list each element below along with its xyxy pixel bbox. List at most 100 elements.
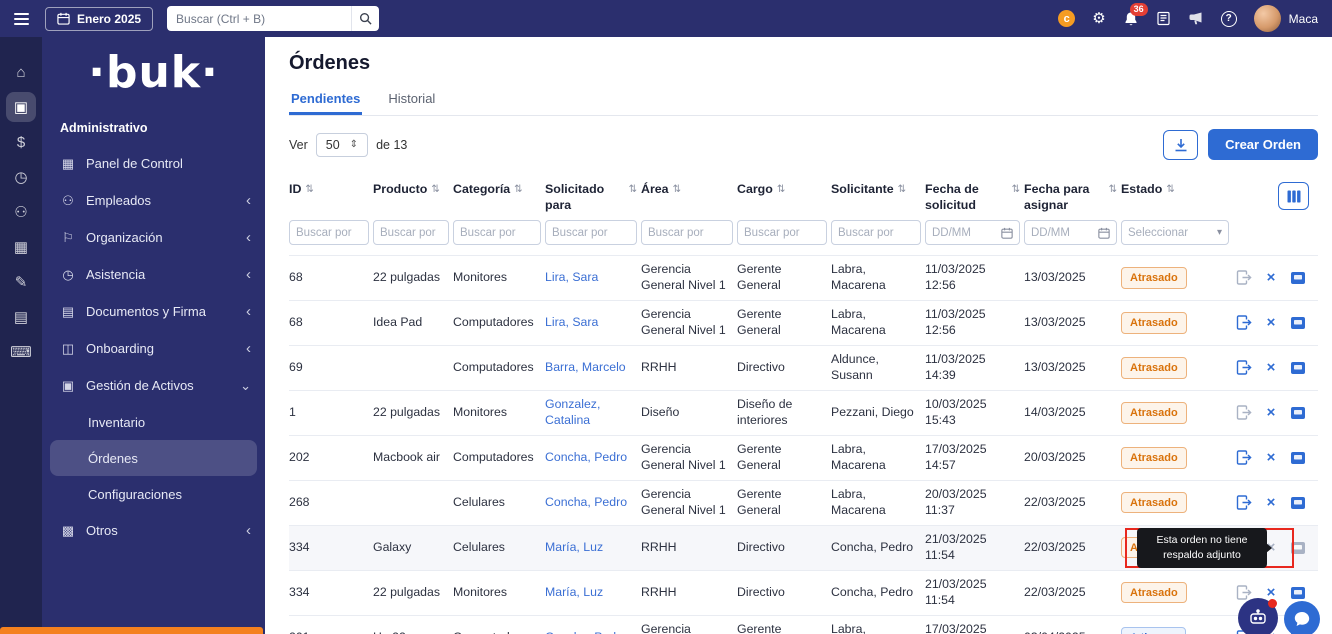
deliver-order-button[interactable]	[1235, 359, 1253, 377]
sort-icon[interactable]: ⇅	[431, 184, 439, 197]
attachment-button[interactable]	[1289, 359, 1307, 377]
sidebar-item-ordenes[interactable]: Órdenes	[50, 440, 257, 476]
requested-for-link[interactable]: Concha, Pedro	[545, 495, 627, 509]
sidebar-item-panel-de-control[interactable]: ▦Panel de Control	[42, 145, 265, 182]
col-header-fecha-para-asignar[interactable]: Fecha para asignar⇅	[1024, 182, 1117, 213]
table-row[interactable]: 202Macbook airComputadoresConcha, PedroG…	[289, 435, 1318, 480]
requested-for-link[interactable]: María, Luz	[545, 585, 603, 599]
col-header-solicitado-para[interactable]: Solicitado para⇅	[545, 182, 637, 213]
filter-date-fecha-para-asignar[interactable]: DD/MM	[1024, 220, 1117, 245]
tab-pendientes[interactable]: Pendientes	[289, 87, 362, 115]
training-rail-icon[interactable]: ✎	[6, 267, 36, 297]
cancel-order-button[interactable]: ×	[1262, 314, 1280, 332]
sidebar-item-documentos-y-firma[interactable]: ▤Documentos y Firma‹	[42, 293, 265, 330]
news-icon[interactable]	[1156, 11, 1171, 26]
sidebar-item-gestion-de-activos[interactable]: ▣Gestión de Activos⌄	[42, 367, 265, 404]
devices-rail-icon[interactable]: ⌨	[6, 337, 36, 367]
sidebar-item-onboarding[interactable]: ◫Onboarding‹	[42, 330, 265, 367]
col-header-cargo[interactable]: Cargo⇅	[737, 182, 827, 198]
announcements-megaphone-icon[interactable]	[1188, 11, 1204, 26]
deliver-order-button[interactable]	[1235, 269, 1253, 287]
cancel-order-button[interactable]: ×	[1262, 404, 1280, 422]
assistant-fab[interactable]	[1238, 598, 1278, 634]
deliver-order-button[interactable]	[1235, 449, 1253, 467]
table-row[interactable]: 33422 pulgadasMonitoresMaría, LuzRRHHDir…	[289, 570, 1318, 615]
deliver-order-button[interactable]	[1235, 404, 1253, 422]
cancel-order-button[interactable]: ×	[1262, 359, 1280, 377]
sort-icon[interactable]: ⇅	[898, 184, 906, 197]
time-rail-icon[interactable]: ◷	[6, 162, 36, 192]
table-row[interactable]: 6822 pulgadasMonitoresLira, SaraGerencia…	[289, 255, 1318, 300]
sort-icon[interactable]: ⇅	[305, 184, 313, 197]
filter-input-cargo[interactable]	[737, 220, 827, 245]
documents-rail-icon[interactable]: ▤	[6, 302, 36, 332]
requested-for-link[interactable]: Lira, Sara	[545, 270, 598, 284]
sidebar-item-inventario[interactable]: Inventario	[42, 404, 265, 440]
attachment-button[interactable]	[1289, 269, 1307, 287]
filter-select-estado[interactable]: Seleccionar▾	[1121, 220, 1229, 245]
requested-for-link[interactable]: Barra, Marcelo	[545, 360, 626, 374]
attachment-button[interactable]	[1289, 539, 1307, 557]
requested-for-link[interactable]: Concha, Pedro	[545, 630, 627, 634]
table-row[interactable]: 201Hp 22ComputadoresConcha, PedroGerenci…	[289, 615, 1318, 634]
sidebar-item-empleados[interactable]: ⚇Empleados‹	[42, 182, 265, 219]
cancel-order-button[interactable]: ×	[1262, 539, 1280, 557]
people-rail-icon[interactable]: ⚇	[6, 197, 36, 227]
filter-input-id[interactable]	[289, 220, 369, 245]
col-header-estado[interactable]: Estado⇅	[1121, 182, 1229, 198]
attachment-button[interactable]	[1289, 404, 1307, 422]
deliver-order-button[interactable]	[1235, 494, 1253, 512]
payments-rail-icon[interactable]: $	[6, 127, 36, 157]
col-header-fecha-de-solicitud[interactable]: Fecha de solicitud⇅	[925, 182, 1020, 213]
help-icon[interactable]: ?	[1221, 11, 1237, 27]
requested-for-link[interactable]: María, Luz	[545, 540, 603, 554]
attachment-button[interactable]	[1289, 449, 1307, 467]
sidebar-item-asistencia[interactable]: ◷Asistencia‹	[42, 256, 265, 293]
sort-icon[interactable]: ⇅	[1166, 184, 1174, 197]
cancel-order-button[interactable]: ×	[1262, 494, 1280, 512]
requested-for-link[interactable]: Concha, Pedro	[545, 450, 627, 464]
cancel-order-button[interactable]: ×	[1262, 269, 1280, 287]
col-header-categoria[interactable]: Categoría⇅	[453, 182, 541, 198]
sidebar-item-otros[interactable]: ▩Otros‹	[42, 512, 265, 549]
sort-icon[interactable]: ⇅	[777, 184, 785, 197]
home-rail-icon[interactable]: ⌂	[6, 57, 36, 87]
tab-historial[interactable]: Historial	[386, 87, 437, 115]
notifications-button[interactable]: 36	[1123, 11, 1139, 27]
sidebar-item-configuraciones[interactable]: Configuraciones	[42, 476, 265, 512]
table-row[interactable]: 69ComputadoresBarra, MarceloRRHHDirectiv…	[289, 345, 1318, 390]
sort-icon[interactable]: ⇅	[629, 184, 637, 197]
col-header-area[interactable]: Área⇅	[641, 182, 733, 198]
filter-input-solicitado-para[interactable]	[545, 220, 637, 245]
avatar[interactable]	[1254, 5, 1281, 32]
requested-for-link[interactable]: Lira, Sara	[545, 315, 598, 329]
rewards-coin-icon[interactable]: c	[1058, 10, 1075, 27]
assets-rail-icon[interactable]: ▣	[6, 92, 36, 122]
filter-input-area[interactable]	[641, 220, 733, 245]
calendar-rail-icon[interactable]: ▦	[6, 232, 36, 262]
settings-gear-icon[interactable]: ⚙	[1092, 11, 1105, 26]
sort-icon[interactable]: ⇅	[1012, 184, 1020, 197]
deliver-order-button[interactable]	[1235, 539, 1253, 557]
sort-icon[interactable]: ⇅	[673, 184, 681, 197]
user-name[interactable]: Maca	[1289, 12, 1318, 26]
filter-input-producto[interactable]	[373, 220, 449, 245]
filter-date-fecha-de-solicitud[interactable]: DD/MM	[925, 220, 1020, 245]
table-row[interactable]: 334GalaxyCelularesMaría, LuzRRHHDirectiv…	[289, 525, 1318, 570]
col-header-id[interactable]: ID⇅	[289, 182, 369, 198]
table-row[interactable]: 268CelularesConcha, PedroGerencia Genera…	[289, 480, 1318, 525]
table-row[interactable]: 122 pulgadasMonitoresGonzalez, CatalinaD…	[289, 390, 1318, 435]
sort-icon[interactable]: ⇅	[1109, 184, 1117, 197]
cancel-order-button[interactable]: ×	[1262, 449, 1280, 467]
search-input[interactable]	[167, 12, 351, 26]
menu-toggle-button[interactable]	[10, 9, 33, 29]
attachment-button[interactable]	[1289, 584, 1307, 602]
attachment-button[interactable]	[1289, 494, 1307, 512]
col-header-producto[interactable]: Producto⇅	[373, 182, 449, 198]
filter-input-solicitante[interactable]	[831, 220, 921, 245]
table-row[interactable]: 68Idea PadComputadoresLira, SaraGerencia…	[289, 300, 1318, 345]
deliver-order-button[interactable]	[1235, 314, 1253, 332]
search-icon[interactable]	[351, 6, 379, 31]
requested-for-link[interactable]: Gonzalez, Catalina	[545, 397, 600, 427]
download-button[interactable]	[1163, 130, 1198, 160]
